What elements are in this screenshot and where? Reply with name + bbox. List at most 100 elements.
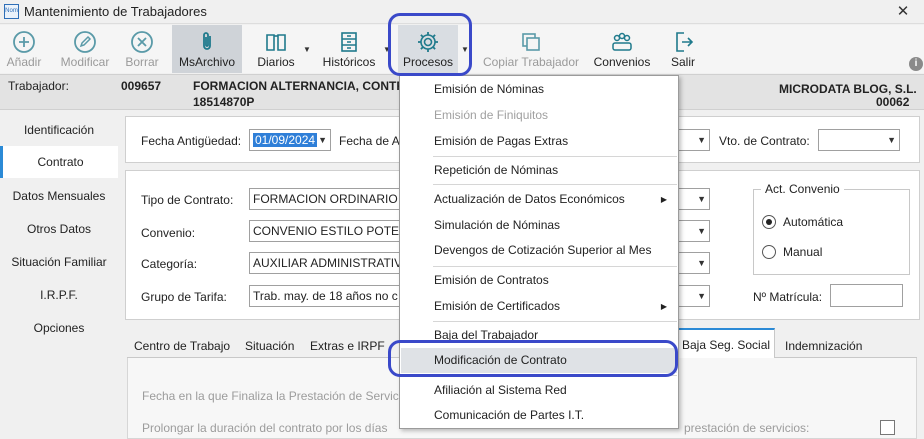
book-icon <box>266 34 286 51</box>
tab-indemnizacion[interactable]: Indemnización <box>785 339 862 353</box>
grupo-tarifa-dropdown[interactable]: ▼ <box>678 285 710 307</box>
menu-separator <box>433 184 677 185</box>
grupo-tarifa-field[interactable]: Trab. may. de 18 años no c <box>249 285 401 307</box>
matricula-label: Nº Matrícula: <box>753 290 823 304</box>
manual-label: Manual <box>783 245 823 259</box>
tipo-contrato-dropdown-icon[interactable]: ▼ <box>697 189 706 209</box>
tipo-contrato-dropdown[interactable]: ▼ <box>678 188 710 210</box>
categoria-field[interactable]: AUXILIAR ADMINISTRATIVO <box>249 252 401 274</box>
menu-item-emision-finiquitos[interactable]: Emisión de Finiquitos <box>401 103 677 128</box>
act-convenio-group <box>753 189 910 275</box>
vto-contrato-field[interactable]: ▼ <box>818 129 900 151</box>
tipo-contrato-label: Tipo de Contrato: <box>141 193 234 207</box>
salir-button-label: Salir <box>670 55 695 69</box>
tab-extras-irpf[interactable]: Extras e IRPF <box>310 339 385 353</box>
fecha-antiguedad-value: 01/09/2024 <box>253 133 318 147</box>
fecha-a-dropdown-icon[interactable]: ▼ <box>697 130 706 150</box>
modificacion-contrato-highlight-outline <box>388 340 678 377</box>
info-icon[interactable]: i <box>909 57 923 71</box>
salir-button[interactable]: Salir <box>664 25 702 73</box>
categoria-dropdown-icon[interactable]: ▼ <box>697 253 706 273</box>
pencil-icon <box>74 31 96 53</box>
sidebar-item-identificacion[interactable]: Identificación <box>0 114 118 146</box>
grupo-tarifa-label: Grupo de Tarifa: <box>141 290 227 304</box>
sidebar-item-opciones[interactable]: Opciones <box>0 312 118 344</box>
convenio-field[interactable]: CONVENIO ESTILO POTENT <box>249 220 401 242</box>
delete-button[interactable]: Borrar <box>123 25 161 73</box>
automatica-label: Automática <box>783 215 844 229</box>
sidebar-item-otros-datos[interactable]: Otros Datos <box>0 213 118 245</box>
msarchivo-button[interactable]: MsArchivo <box>172 25 242 73</box>
diarios-button[interactable]: Diarios <box>252 25 300 73</box>
close-button[interactable]: ✕ <box>893 2 913 22</box>
submenu-arrow-icon: ▶ <box>660 302 667 311</box>
company-code: 00062 <box>876 95 910 109</box>
categoria-label: Categoría: <box>141 257 198 271</box>
categoria-value: AUXILIAR ADMINISTRATIVO <box>253 256 401 270</box>
menu-item-simulacion-nominas[interactable]: Simulación de Nóminas <box>401 213 677 238</box>
sidebar-item-datos-mensuales[interactable]: Datos Mensuales <box>0 180 118 212</box>
convenios-button-label: Convenios <box>593 55 651 69</box>
menu-item-emision-pagas-extras[interactable]: Emisión de Pagas Extras <box>401 129 677 154</box>
worker-id: 18514870P <box>193 95 255 109</box>
sidebar: Identificación Contrato Datos Mensuales … <box>0 112 118 439</box>
menu-item-emision-contratos[interactable]: Emisión de Contratos <box>401 268 677 293</box>
add-button[interactable]: Añadir <box>3 25 45 73</box>
historicos-button[interactable]: Históricos <box>318 25 380 73</box>
sidebar-item-contrato[interactable]: Contrato <box>0 146 118 178</box>
menu-item-actualizacion-datos[interactable]: Actualización de Datos Económicos ▶ <box>401 187 677 212</box>
menu-item-actualizacion-datos-label: Actualización de Datos Económicos <box>434 192 625 206</box>
menu-item-devengos-cotizacion[interactable]: Devengos de Cotización Superior al Mes <box>401 238 677 263</box>
grupo-tarifa-dropdown-icon[interactable]: ▼ <box>697 286 706 306</box>
fecha-a-label: Fecha de A <box>339 134 400 148</box>
fecha-antiguedad-field[interactable]: 01/09/2024 ▼ <box>249 129 331 151</box>
submenu-arrow-icon: ▶ <box>660 195 667 204</box>
copy-worker-button[interactable]: Copiar Trabajador <box>482 25 580 73</box>
menu-item-emision-nominas[interactable]: Emisión de Nóminas <box>401 77 677 102</box>
sidebar-item-irpf[interactable]: I.R.P.F. <box>0 279 118 311</box>
fecha-antiguedad-dropdown-icon[interactable]: ▼ <box>318 130 327 150</box>
automatica-radio[interactable] <box>762 215 776 229</box>
tipo-contrato-field[interactable]: FORMACION ORDINARIO (42 <box>249 188 401 210</box>
cabinet-icon <box>341 32 357 52</box>
vto-contrato-dropdown-icon[interactable]: ▼ <box>887 130 896 150</box>
window-title: Mantenimiento de Trabajadores <box>24 4 207 19</box>
act-convenio-title: Act. Convenio <box>761 182 844 196</box>
paperclip-icon <box>203 32 211 50</box>
tab-centro-trabajo[interactable]: Centro de Trabajo <box>134 339 230 353</box>
delete-circle-icon <box>131 31 153 53</box>
worker-name: FORMACION ALTERNANCIA, CONTRA <box>193 79 414 93</box>
menu-item-afiliacion-sistema-red[interactable]: Afiliación al Sistema Red <box>401 378 677 403</box>
prolongar-checkbox[interactable] <box>880 420 895 435</box>
convenio-value: CONVENIO ESTILO POTENT <box>253 224 401 238</box>
diarios-caret-icon[interactable]: ▼ <box>303 45 311 54</box>
app-icon: Nom <box>4 4 19 19</box>
convenios-button[interactable]: Convenios <box>592 25 652 73</box>
menu-separator <box>433 266 677 267</box>
tab-situacion[interactable]: Situación <box>245 339 294 353</box>
menu-item-repeticion-nominas[interactable]: Repetición de Nóminas <box>401 158 677 183</box>
exit-icon <box>676 32 694 52</box>
sidebar-item-situacion-familiar[interactable]: Situación Familiar <box>0 246 118 278</box>
categoria-dropdown[interactable]: ▼ <box>678 252 710 274</box>
msarchivo-button-label: MsArchivo <box>178 55 235 69</box>
menu-item-comunicacion-partes-it[interactable]: Comunicación de Partes I.T. <box>401 403 677 428</box>
copy-worker-button-label: Copiar Trabajador <box>482 55 580 69</box>
prolongar-label-end: prestación de servicios: <box>684 421 810 435</box>
modify-button[interactable]: Modificar <box>57 25 113 73</box>
delete-button-label: Borrar <box>125 55 159 69</box>
matricula-input[interactable] <box>830 284 903 307</box>
fecha-a-field[interactable]: ▼ <box>678 129 710 151</box>
company-name: MICRODATA BLOG, S.L. <box>779 82 917 96</box>
convenio-dropdown-icon[interactable]: ▼ <box>697 221 706 241</box>
grupo-tarifa-value: Trab. may. de 18 años no c <box>253 289 398 303</box>
convenio-dropdown[interactable]: ▼ <box>678 220 710 242</box>
manual-radio[interactable] <box>762 245 776 259</box>
menu-item-emision-certificados[interactable]: Emisión de Certificados ▶ <box>401 294 677 319</box>
worker-label: Trabajador: <box>8 79 69 93</box>
tab-baja-seg-social[interactable]: Baja Seg. Social <box>677 328 776 359</box>
historicos-button-label: Históricos <box>322 55 376 69</box>
add-circle-icon <box>13 31 35 53</box>
vto-contrato-label: Vto. de Contrato: <box>719 134 810 148</box>
procesos-highlight-outline <box>388 13 472 76</box>
